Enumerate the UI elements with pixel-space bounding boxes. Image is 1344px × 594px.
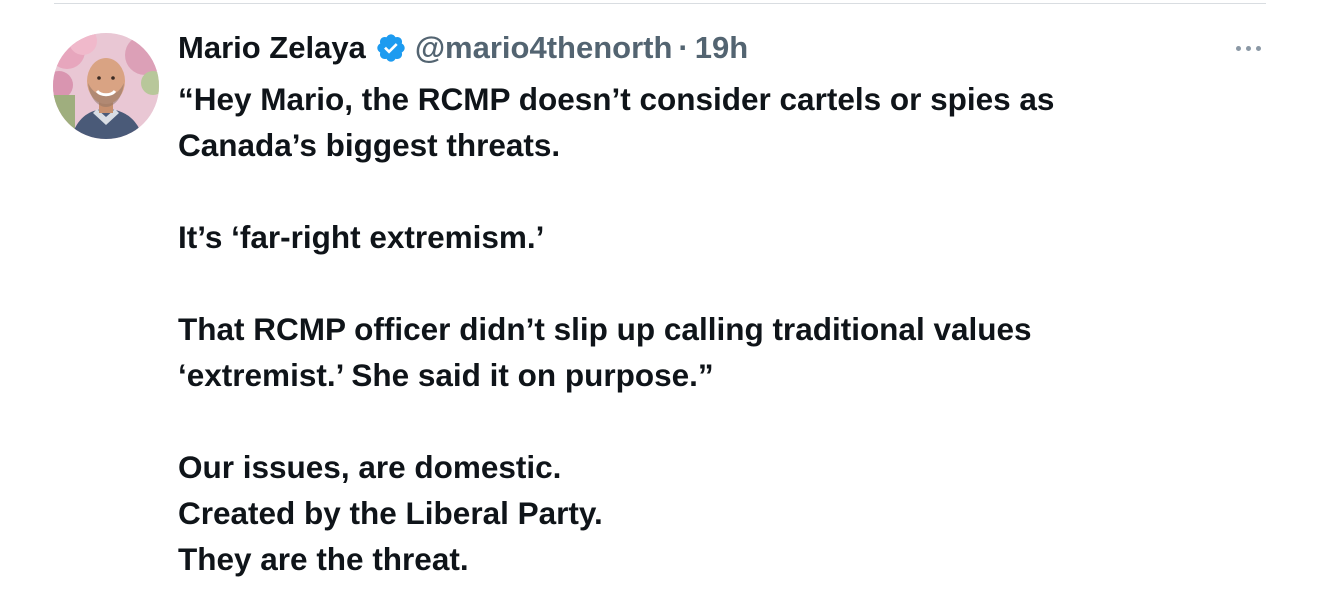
tweet-card[interactable]: Mario Zelaya @mario4thenorth · 19h “Hey … [0,0,1344,594]
more-options-button[interactable] [1228,38,1268,58]
user-handle[interactable]: @mario4thenorth [415,26,673,70]
tweet-text-line: They are the threat. [178,541,469,577]
more-options-icon-dot [1245,45,1251,51]
display-name[interactable]: Mario Zelaya [178,26,366,70]
tweet-text-line [178,168,1258,214]
avatar-image [53,33,159,139]
verified-badge-icon [375,32,407,64]
tweet-text-line: Created by the Liberal Party. [178,495,603,531]
tweet-text-line [178,398,1258,444]
more-options-icon-dot [1255,45,1261,51]
timestamp[interactable]: 19h [695,26,748,70]
tweet-header: Mario Zelaya @mario4thenorth · 19h [178,26,748,70]
tweet-text-line: That RCMP officer didn’t slip up calling… [178,311,1032,347]
avatar[interactable] [53,33,159,139]
tweet-text-line: ‘extremist.’ She said it on purpose.” [178,357,714,393]
tweet-text-line: “Hey Mario, the RCMP doesn’t consider ca… [178,81,1055,117]
more-options-icon [1235,45,1241,51]
tweet-text-line: Canada’s biggest threats. [178,127,561,163]
tweet-text-line: It’s ‘far-right extremism.’ [178,219,545,255]
header-separator: · [678,30,689,65]
tweet-text: “Hey Mario, the RCMP doesn’t consider ca… [178,76,1258,582]
tweet-text-line [178,260,1258,306]
tweet-text-line: Our issues, are domestic. [178,449,562,485]
